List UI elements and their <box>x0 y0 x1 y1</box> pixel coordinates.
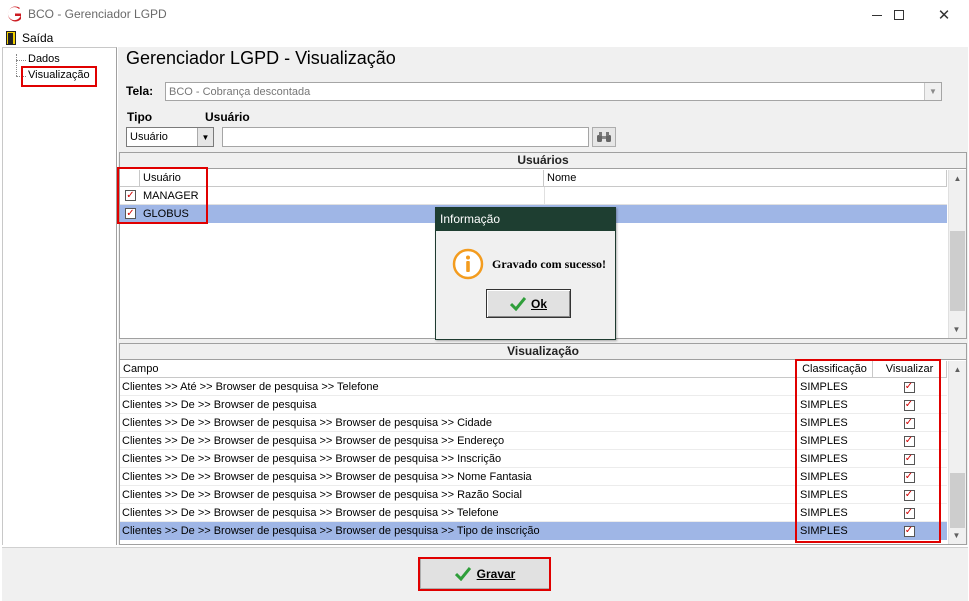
navigation-tree <box>2 47 117 545</box>
table-row[interactable] <box>120 187 947 205</box>
vis-campo: Clientes >> Até >> Browser de pesquisa >… <box>122 381 379 393</box>
tree-item-dados[interactable]: Dados <box>28 53 60 65</box>
vis-campo: Clientes >> De >> Browser de pesquisa >>… <box>122 525 540 537</box>
vis-checkbox[interactable]: ✓ <box>874 522 944 540</box>
users-col-check <box>120 170 140 187</box>
column-divider <box>544 187 545 205</box>
maximize-icon <box>894 10 904 20</box>
vis-classificacao: SIMPLES <box>800 453 848 465</box>
vis-checkbox[interactable]: ✓ <box>874 468 944 486</box>
vis-col-classificacao[interactable]: Classificação <box>797 361 873 378</box>
vis-campo: Clientes >> De >> Browser de pesquisa >>… <box>122 435 505 447</box>
scroll-thumb[interactable] <box>950 231 965 311</box>
vis-classificacao: SIMPLES <box>800 399 848 411</box>
maximize-button[interactable] <box>876 0 922 30</box>
checkmark-icon <box>509 296 526 311</box>
user-usuario: GLOBUS <box>143 208 189 220</box>
close-button[interactable]: ✕ <box>921 0 967 30</box>
scroll-up-icon[interactable]: ▲ <box>949 170 966 187</box>
vis-checkbox[interactable]: ✓ <box>874 450 944 468</box>
tipo-label: Tipo <box>127 110 153 124</box>
vis-checkbox[interactable]: ✓ <box>874 414 944 432</box>
checkmark-icon <box>454 566 471 581</box>
checkmark-icon: ✓ <box>903 417 915 429</box>
tree-connector <box>16 76 26 77</box>
checkmark-icon: ✓ <box>903 525 915 537</box>
tree-connector <box>16 60 26 61</box>
search-button[interactable] <box>592 127 616 147</box>
checkmark-icon: ✓ <box>903 489 915 501</box>
exit-door-icon <box>6 31 16 45</box>
page-title: Gerenciador LGPD - Visualização <box>126 48 396 68</box>
vis-classificacao: SIMPLES <box>800 525 848 537</box>
vis-col-visualizar[interactable]: Visualizar <box>873 361 947 378</box>
dialog-message: Gravado com sucesso! <box>492 257 606 271</box>
users-scrollbar[interactable]: ▲ <box>948 170 966 338</box>
tree-connector <box>16 54 17 76</box>
checkmark-icon: ✓ <box>903 507 915 519</box>
usuario-input[interactable] <box>222 127 589 147</box>
ok-button[interactable]: Ok <box>486 289 571 318</box>
user-checkbox[interactable]: ✓ <box>125 190 136 201</box>
vis-campo: Clientes >> De >> Browser de pesquisa >>… <box>122 489 522 501</box>
vis-classificacao: SIMPLES <box>800 489 848 501</box>
checkmark-icon: ✓ <box>903 453 915 465</box>
chevron-down-icon[interactable]: ▼ <box>197 128 213 146</box>
scroll-down-icon[interactable]: ▼ <box>948 527 965 544</box>
checkmark-icon: ✓ <box>903 399 915 411</box>
checkmark-icon: ✓ <box>903 381 915 393</box>
vis-scrollbar[interactable]: ▲ <box>948 361 966 544</box>
vis-checkbox[interactable]: ✓ <box>874 378 944 396</box>
vis-checkbox[interactable]: ✓ <box>874 396 944 414</box>
tela-value: BCO - Cobrança descontada <box>169 86 311 98</box>
close-icon: ✕ <box>937 7 951 24</box>
users-section-header: Usuários <box>119 152 967 169</box>
vis-campo: Clientes >> De >> Browser de pesquisa >>… <box>122 453 502 465</box>
vis-checkbox[interactable]: ✓ <box>874 432 944 450</box>
checkmark-icon: ✓ <box>903 435 915 447</box>
menu-bar <box>0 30 969 47</box>
vis-classificacao: SIMPLES <box>800 507 848 519</box>
usuario-label: Usuário <box>205 110 250 124</box>
vis-classificacao: SIMPLES <box>800 435 848 447</box>
ok-button-label: Ok <box>530 296 547 311</box>
checkmark-icon: ✓ <box>903 471 915 483</box>
vis-classificacao: SIMPLES <box>800 471 848 483</box>
tela-label: Tela: <box>126 84 154 98</box>
users-col-nome[interactable]: Nome <box>544 170 947 187</box>
dialog-title: Informação <box>440 212 501 226</box>
tree-item-visualizacao[interactable]: Visualização <box>28 69 90 81</box>
vis-classificacao: SIMPLES <box>800 381 848 393</box>
vis-col-campo[interactable]: Campo <box>120 361 797 378</box>
scroll-thumb[interactable] <box>950 473 965 528</box>
scroll-up-icon[interactable]: ▲ <box>949 361 966 378</box>
info-icon <box>452 248 484 280</box>
chevron-down-icon[interactable]: ▼ <box>924 83 941 100</box>
save-button[interactable]: Gravar <box>420 558 550 589</box>
vis-campo: Clientes >> De >> Browser de pesquisa >>… <box>122 417 492 429</box>
vis-campo: Clientes >> De >> Browser de pesquisa >>… <box>122 507 499 519</box>
users-col-usuario[interactable]: Usuário <box>140 170 544 187</box>
menu-exit[interactable]: Saída <box>22 31 53 45</box>
binoculars-icon <box>597 132 611 142</box>
window-title: BCO - Gerenciador LGPD <box>28 7 167 21</box>
user-checkbox[interactable]: ✓ <box>125 208 136 219</box>
vis-section-header: Visualização <box>119 343 967 360</box>
vis-campo: Clientes >> De >> Browser de pesquisa <box>122 399 317 411</box>
user-usuario: MANAGER <box>143 190 199 202</box>
save-button-label: Gravar <box>476 566 516 581</box>
vis-classificacao: SIMPLES <box>800 417 848 429</box>
tipo-value: Usuário <box>130 131 168 143</box>
scroll-down-icon[interactable]: ▼ <box>948 321 965 338</box>
vis-checkbox[interactable]: ✓ <box>874 504 944 522</box>
globus-logo-icon <box>7 6 21 22</box>
vis-campo: Clientes >> De >> Browser de pesquisa >>… <box>122 471 532 483</box>
vis-checkbox[interactable]: ✓ <box>874 486 944 504</box>
